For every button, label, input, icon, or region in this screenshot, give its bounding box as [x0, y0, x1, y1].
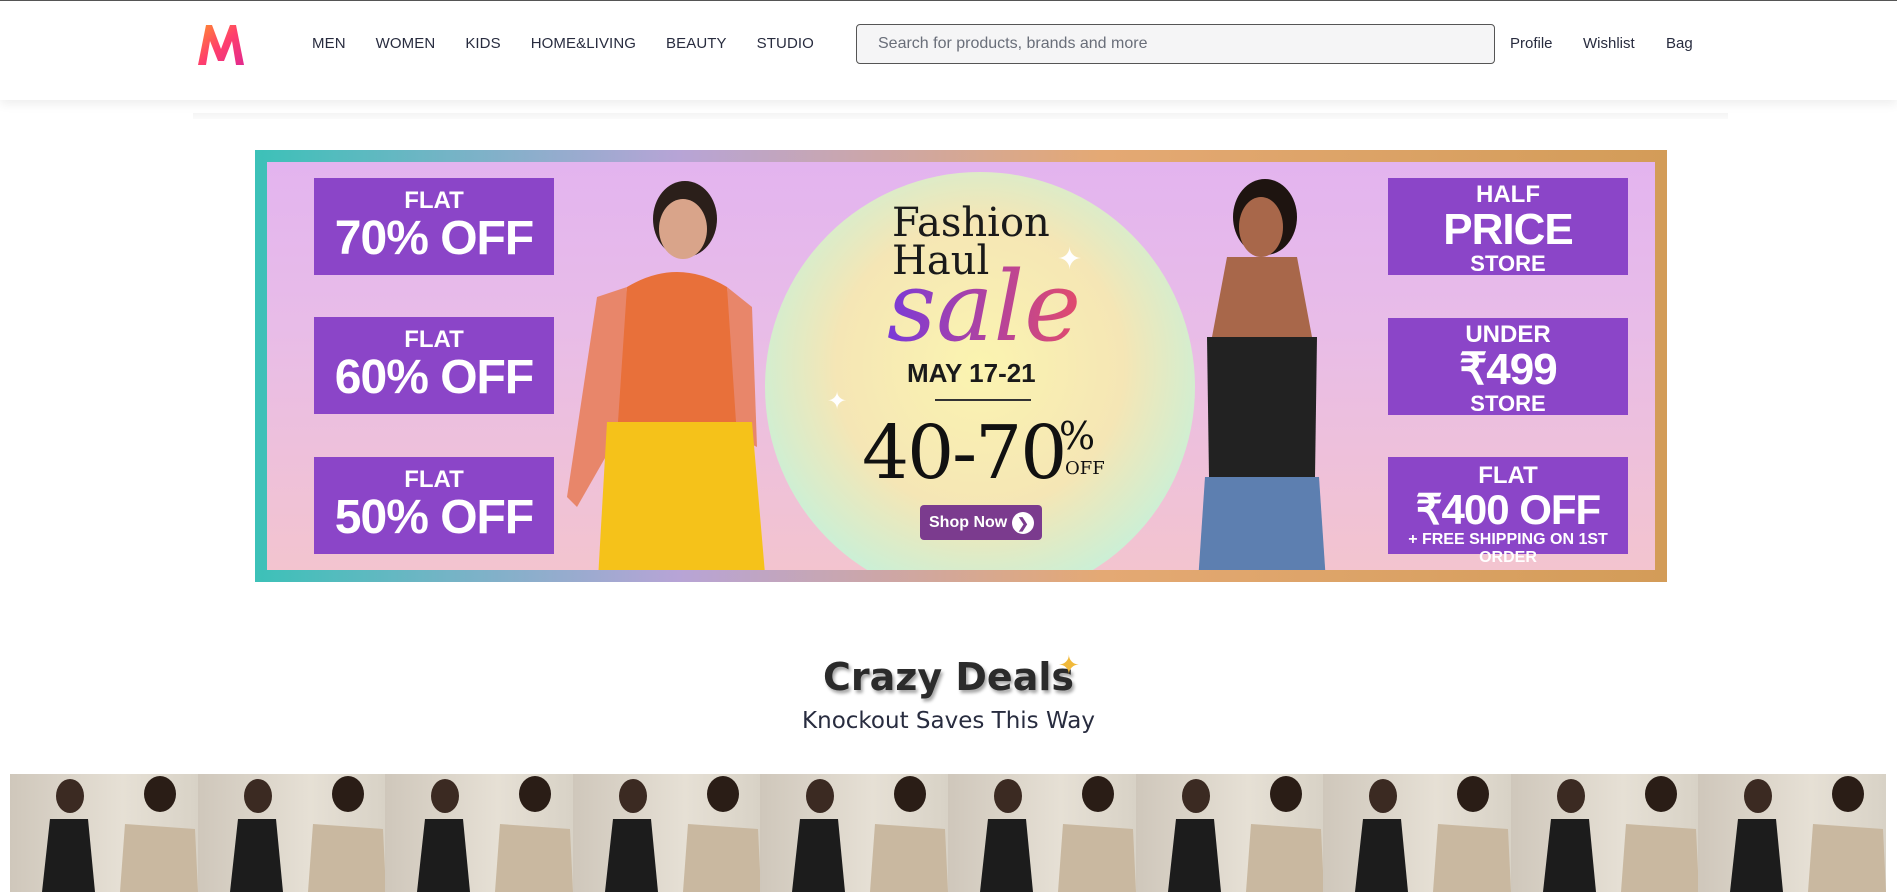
main-nav: MEN WOMEN KIDS HOME&LIVING BEAUTY STUDIO — [312, 35, 844, 52]
banner-title-line: Fashion — [892, 200, 1050, 246]
deal-image — [604, 776, 761, 892]
deal-tile[interactable] — [760, 774, 948, 892]
crazy-deals-title: Crazy Deals — [823, 655, 1074, 699]
nav-women[interactable]: WOMEN — [376, 35, 436, 52]
profile-link[interactable]: Profile — [1510, 35, 1553, 52]
deal-image — [42, 776, 198, 892]
model-left-image — [567, 181, 765, 570]
deals-carousel — [10, 774, 1886, 892]
promo-line: 70% OFF — [334, 212, 534, 265]
banner-sale-word: sale — [887, 251, 1082, 363]
nav-men[interactable]: MEN — [312, 35, 346, 52]
deal-image — [229, 776, 386, 892]
deal-tile[interactable] — [385, 774, 573, 892]
promo-line: 60% OFF — [334, 351, 534, 404]
wishlist-link[interactable]: Wishlist — [1583, 35, 1635, 52]
promo-flat-70[interactable]: FLAT 70% OFF — [314, 178, 554, 275]
promo-line: UNDER — [1465, 321, 1551, 348]
promo-line: + FREE SHIPPING ON 1ST ORDER — [1408, 531, 1608, 566]
promo-flat-50[interactable]: FLAT 50% OFF — [314, 457, 554, 554]
promo-line: ₹499 — [1459, 345, 1557, 394]
deal-image — [1730, 776, 1886, 892]
deal-tile[interactable] — [1135, 774, 1324, 892]
promo-line: STORE — [1470, 391, 1546, 416]
promo-line: PRICE — [1443, 205, 1573, 254]
bag-link[interactable]: Bag — [1666, 35, 1693, 52]
banner-discount: 40-70 — [862, 410, 1067, 496]
nav-kids[interactable]: KIDS — [465, 35, 500, 52]
nav-beauty[interactable]: BEAUTY — [666, 35, 727, 52]
shop-now-button[interactable]: Shop Now ❯ — [920, 505, 1042, 540]
promo-line: FLAT — [1478, 462, 1538, 489]
promo-line: FLAT — [404, 466, 464, 493]
deal-tile[interactable] — [572, 774, 761, 892]
deal-tile[interactable] — [197, 774, 386, 892]
deal-tile[interactable] — [947, 774, 1136, 892]
promo-line: ₹400 OFF — [1415, 486, 1601, 533]
fashion-haul-sale-banner[interactable]: ✦ ✦ FLAT 70% OFF FLAT 60% OFF FLAT 50% O… — [255, 150, 1667, 582]
crazy-deals-subtitle: Knockout Saves This Way — [802, 708, 1095, 734]
promo-line: FLAT — [404, 187, 464, 214]
deal-tile[interactable] — [10, 774, 198, 892]
nav-home-living[interactable]: HOME&LIVING — [531, 35, 636, 52]
promo-flat-60[interactable]: FLAT 60% OFF — [314, 317, 554, 414]
promo-half-price[interactable]: HALF PRICE STORE — [1388, 178, 1628, 276]
myntra-logo[interactable] — [194, 21, 248, 69]
banner-percent: % — [1059, 414, 1096, 458]
chevron-right-icon: ❯ — [1012, 512, 1034, 534]
deal-image — [1167, 776, 1324, 892]
deal-tile[interactable] — [1323, 774, 1511, 892]
promo-flat-400[interactable]: FLAT ₹400 OFF + FREE SHIPPING ON 1ST ORD… — [1388, 457, 1628, 566]
deal-image — [1355, 776, 1511, 892]
search-input[interactable] — [857, 25, 1494, 63]
model-right-image — [1198, 179, 1326, 570]
promo-line: 50% OFF — [334, 491, 534, 544]
banner-off: OFF — [1065, 458, 1105, 479]
search-box — [856, 24, 1495, 64]
deal-image — [792, 776, 948, 892]
deal-image — [1542, 776, 1699, 892]
shop-now-label: Shop Now — [929, 514, 1008, 531]
promo-under-499[interactable]: UNDER ₹499 STORE — [1388, 318, 1628, 416]
deal-tile[interactable] — [1698, 774, 1886, 892]
nav-studio[interactable]: STUDIO — [757, 35, 814, 52]
banner-dates: MAY 17-21 — [907, 358, 1036, 388]
header-divider — [193, 113, 1728, 119]
banner-body: ✦ ✦ FLAT 70% OFF FLAT 60% OFF FLAT 50% O… — [267, 162, 1655, 570]
promo-line: STORE — [1470, 251, 1546, 276]
site-header: MEN WOMEN KIDS HOME&LIVING BEAUTY STUDIO… — [0, 0, 1897, 100]
sparkle-icon: ✦ — [1058, 650, 1080, 680]
deal-image — [417, 776, 573, 892]
promo-line: FLAT — [404, 326, 464, 353]
deal-image — [979, 776, 1136, 892]
promo-line: HALF — [1476, 181, 1540, 208]
sparkle-icon: ✦ — [827, 388, 848, 415]
deal-tile[interactable] — [1510, 774, 1699, 892]
banner-divider — [935, 399, 1031, 401]
